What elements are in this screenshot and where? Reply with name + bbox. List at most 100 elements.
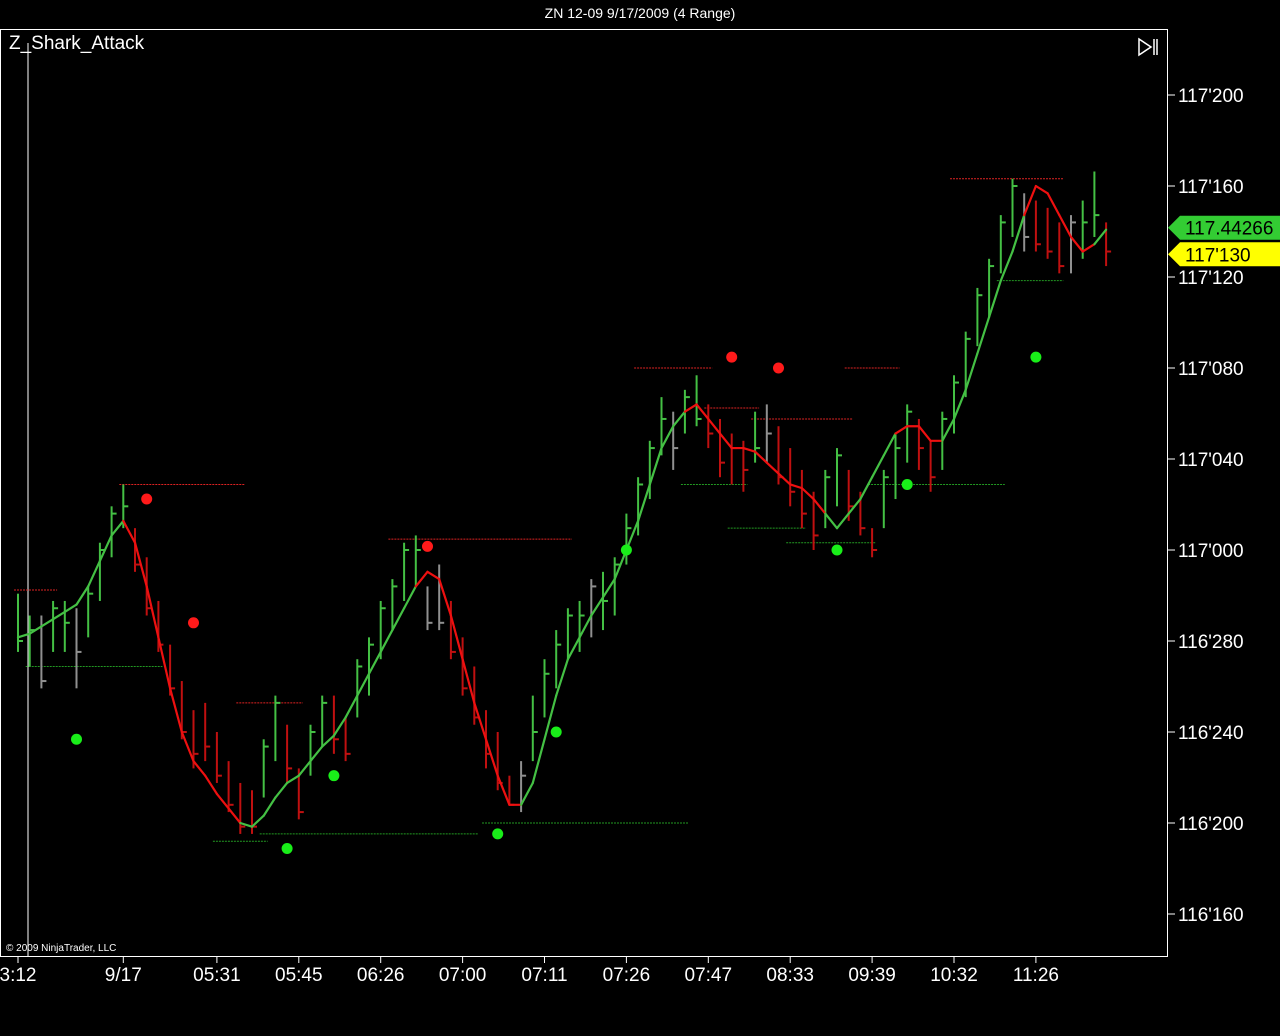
ohlc-bar: [274, 695, 281, 762]
ma-segment: [391, 607, 406, 632]
ma-segment: [555, 658, 570, 697]
x-tick-label: 08:33: [766, 965, 814, 986]
ma-segment: [1081, 243, 1096, 253]
price-marker-label: 117.44266: [1185, 219, 1273, 240]
x-tick-label: 3:12: [0, 965, 36, 986]
ma-segment: [1069, 235, 1084, 253]
ma-segment: [835, 512, 850, 530]
y-tick-label: 117'080: [1178, 359, 1244, 380]
ohlc-bar: [906, 404, 913, 463]
ma-segment: [917, 425, 932, 442]
ma-segment: [145, 585, 160, 639]
y-tick-label: 116'240: [1178, 723, 1244, 744]
signal-dot-green: [901, 478, 913, 490]
ma-segment: [765, 461, 780, 475]
ma-segment: [578, 614, 593, 639]
ohlc-bar: [17, 593, 23, 652]
ohlc-bar: [414, 535, 421, 587]
ma-segment: [601, 578, 616, 599]
ohlc-bar: [999, 215, 1006, 274]
ma-segment: [707, 417, 722, 435]
signal-dot-green: [71, 733, 82, 745]
ma-segment: [590, 596, 605, 617]
plot-border: [0, 29, 1168, 957]
signal-dot-green: [550, 726, 562, 738]
x-tick-label: 07:11: [521, 965, 567, 986]
ma-segment: [1023, 184, 1038, 217]
x-tick-label: 9/17: [105, 965, 142, 986]
ma-segment: [870, 454, 885, 479]
ohlc-bar: [719, 418, 725, 478]
ma-segment: [63, 603, 78, 613]
ohlc-bar: [953, 375, 959, 434]
price-axis[interactable]: 117'200 117'160 117'120 117'080 117'040 117'0…: [1167, 86, 1244, 926]
plot-border-rect: [0, 29, 1168, 957]
signal-dot-red: [141, 493, 153, 505]
ma-segment: [531, 738, 546, 785]
y-tick-label: 117'160: [1178, 177, 1244, 198]
scroll-to-end-icon[interactable]: [1136, 36, 1160, 58]
ma-segment: [496, 774, 511, 806]
ohlc-bar: [215, 732, 222, 783]
ohlc-bar: [789, 448, 796, 507]
signal-dot-green: [492, 828, 504, 840]
ma-segment: [110, 519, 125, 537]
ma-segment: [812, 497, 827, 515]
ma-segment: [964, 352, 979, 391]
ohlc-bar: [894, 433, 901, 500]
ohlc-bar: [578, 600, 585, 652]
ma-segment: [672, 410, 687, 428]
window-title: ZN 12-09 9/17/2009 (4 Range): [544, 5, 736, 21]
ohlc-bar: [1070, 215, 1076, 274]
ma-segment: [344, 694, 359, 719]
signal-dot-green: [831, 544, 843, 556]
ohlc-bar: [239, 782, 246, 834]
x-tick-label: 06:26: [357, 965, 405, 986]
signal-dot-green: [620, 544, 632, 556]
ma-segment: [683, 403, 698, 413]
ma-segment: [40, 618, 55, 628]
ohlc-bar: [1011, 178, 1018, 237]
ohlc-bar: [1093, 171, 1100, 237]
ohlc-bar: [438, 564, 445, 631]
ohlc-bar: [800, 469, 807, 529]
ma-segment: [122, 519, 137, 544]
current-price-marker-yellow: 117'130: [1168, 242, 1280, 267]
ma-segment: [660, 425, 675, 450]
x-tick-label: 05:45: [275, 965, 323, 986]
current-price-markers: 117.44266 117'130: [1168, 215, 1280, 267]
signal-dot-green: [328, 770, 340, 782]
signal-dot-red: [188, 617, 199, 629]
chart-panel[interactable]: 117'200 117'160 117'120 117'080 117'040 117'0…: [0, 27, 1280, 1036]
ohlc-bar: [882, 469, 889, 529]
signal-dot-green: [1030, 351, 1042, 363]
ohlc-bar: [508, 775, 515, 806]
time-axis[interactable]: 3:12 9/17 05:31 05:45 06:26 07:00 07:11 07:26 07…: [0, 956, 1059, 986]
ohlc-bar: [344, 717, 351, 762]
ma-segment: [894, 425, 909, 435]
ma-segment: [180, 730, 195, 763]
moving-average-line: [16, 184, 1108, 828]
support-resistance-levels: [14, 178, 1064, 842]
ohlc-bar: [707, 404, 714, 449]
ohlc-bar: [426, 586, 433, 631]
ma-segment: [941, 417, 956, 442]
ma-segment: [742, 446, 757, 453]
ma-segment: [473, 701, 488, 741]
ma-segment: [987, 279, 1002, 319]
ma-segment: [824, 512, 839, 530]
ma-segment: [1011, 214, 1026, 253]
ohlc-bar: [730, 433, 737, 485]
ma-segment: [461, 658, 476, 704]
ma-segment: [859, 476, 874, 501]
signal-dot-red: [773, 362, 784, 374]
y-tick-label: 116'280: [1178, 632, 1244, 653]
ma-segment: [882, 432, 897, 457]
ma-segment: [75, 585, 90, 606]
price-chart[interactable]: 117'200 117'160 117'120 117'080 117'040 117'0…: [0, 27, 1280, 1036]
ma-segment: [262, 796, 277, 817]
y-tick-label: 117'040: [1178, 450, 1244, 471]
ma-segment: [426, 570, 441, 581]
ma-segment: [1058, 214, 1073, 239]
ma-segment: [976, 315, 991, 355]
